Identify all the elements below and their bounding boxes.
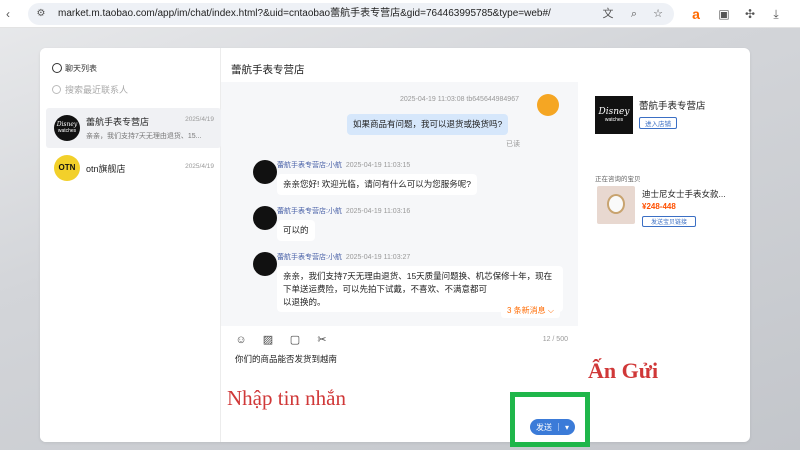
bookmark-star-icon[interactable]: ☆: [650, 6, 666, 22]
extension-icon[interactable]: ▣: [716, 6, 732, 22]
message-meta: 2025-04-19 11:03:08 tb645644984967: [400, 96, 519, 103]
search-icon: [52, 84, 61, 94]
chat-title: 蕾航手表专营店: [231, 64, 305, 76]
read-status: 已读: [506, 141, 520, 148]
translate-icon[interactable]: 文: [600, 6, 616, 22]
product-name[interactable]: 迪士尼女士手表女款...: [642, 188, 742, 200]
message-meta: 蕾航手表专营店:小航 2025-04-19 11:03:16: [277, 208, 411, 215]
search-placeholder[interactable]: 搜索最近联系人: [65, 83, 128, 96]
shop-logo: Disney watches: [595, 96, 633, 134]
contact-item-leihang[interactable]: Disney watches 蕾航手表专营店 2025/4/19 亲亲，我们支持…: [46, 108, 221, 148]
zoom-icon[interactable]: ⌕: [626, 6, 642, 22]
char-count: 12 / 500: [542, 336, 568, 343]
seller-avatar: [253, 252, 277, 276]
sidebar-title: 聊天列表: [65, 63, 97, 73]
browser-toolbar: ‹ ⚙ market.m.taobao.com/app/im/chat/inde…: [0, 0, 800, 28]
chat-sidebar: 聊天列表 搜索最近联系人 Disney watches 蕾航手表专营店 2025…: [40, 48, 221, 442]
send-annotation: Ấn Gửi: [588, 358, 659, 383]
back-icon[interactable]: ‹: [6, 6, 20, 22]
shop-logo-brand: Disney: [598, 107, 630, 117]
message-bubble-mine: 如果商品有问题，我可以退货或换货吗?: [347, 114, 509, 135]
contact-search[interactable]: 搜索最近联系人: [52, 81, 212, 97]
sidebar-header: 聊天列表: [52, 61, 97, 75]
product-price: ¥248-448: [642, 202, 676, 211]
contact-avatar: Disney watches: [54, 115, 80, 141]
seller-avatar: [253, 160, 277, 184]
message-line: 亲亲，我们支持7天无理由退货、15天质量问题换、机芯保修十年，现在下单送运费险，…: [283, 271, 553, 294]
product-image[interactable]: [597, 186, 635, 224]
watch-icon: [607, 194, 625, 214]
message-input[interactable]: 你们的商品能否发货到越南: [235, 353, 337, 365]
message-bubble-seller: 可以的: [277, 220, 315, 241]
new-messages-indicator[interactable]: 3 条新消息 ⌵: [501, 303, 560, 318]
contact-item-otn[interactable]: OTN otn旗舰店 2025/4/19: [46, 148, 221, 188]
contact-date: 2025/4/19: [185, 162, 214, 170]
disney-logo-sub: watches: [57, 128, 77, 134]
shop-logo-sub: watches: [604, 117, 624, 123]
shop-name: 蕾航手表专营店: [639, 101, 706, 112]
site-info-icon[interactable]: ⚙: [34, 7, 48, 21]
contact-avatar: OTN: [54, 155, 80, 181]
emoji-icon[interactable]: ☺: [235, 334, 247, 346]
downloads-icon[interactable]: ⤓: [768, 6, 784, 22]
contact-preview: 亲亲，我们支持7天无理由退货、15...: [86, 133, 202, 140]
message-bubble-seller: 亲亲您好! 欢迎光临，请问有什么可以为您服务呢?: [277, 174, 477, 195]
send-product-link-button[interactable]: 发送宝贝链接: [642, 216, 696, 227]
user-avatar: [537, 94, 559, 116]
chat-header: 蕾航手表专营店: [221, 48, 578, 82]
scissors-icon[interactable]: ✂: [316, 334, 328, 346]
url-text[interactable]: market.m.taobao.com/app/im/chat/index.ht…: [58, 7, 598, 21]
extension-a-icon[interactable]: a: [688, 6, 704, 22]
message-meta: 蕾航手表专营店:小航 2025-04-19 11:03:15: [277, 162, 411, 169]
chat-main: 蕾航手表专营店 2025-04-19 11:03:08 tb6456449849…: [221, 48, 578, 442]
contact-date: 2025/4/19: [185, 116, 214, 123]
puzzle-icon[interactable]: ✣: [742, 6, 758, 22]
message-meta: 蕾航手表专营店:小航 2025-04-19 11:03:27: [277, 254, 411, 261]
product-icon[interactable]: ▢: [289, 334, 301, 346]
inquiry-label: 正在咨询的宝贝: [595, 176, 641, 183]
enter-shop-button[interactable]: 进入店铺: [639, 117, 677, 129]
input-annotation: Nhập tin nhắn: [227, 386, 346, 410]
seller-avatar: [253, 206, 277, 230]
chat-bubble-icon: [52, 63, 62, 73]
address-bar[interactable]: ⚙ market.m.taobao.com/app/im/chat/index.…: [28, 3, 674, 25]
image-icon[interactable]: ▨: [262, 334, 274, 346]
contact-name: 蕾航手表专营店: [86, 117, 150, 127]
send-highlight-box: [510, 392, 590, 447]
contact-name: otn旗舰店: [86, 163, 126, 174]
message-list[interactable]: 2025-04-19 11:03:08 tb645644984967 如果商品有…: [221, 82, 578, 320]
